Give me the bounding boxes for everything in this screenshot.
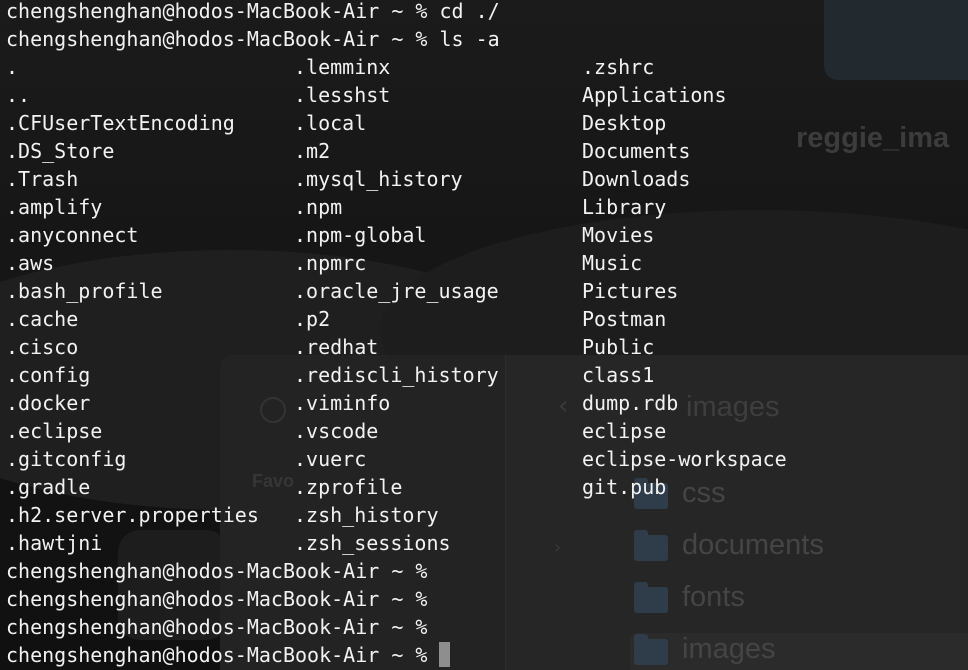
shell-prompt: chengshenghan@hodos-MacBook-Air ~ % [6,587,428,611]
ls-entry: git.pub [582,475,667,499]
ls-entry: Downloads [582,167,691,191]
command-text: ls -a [439,27,500,51]
ls-entry: .vscode [294,419,379,443]
ls-entry: .anyconnect [6,223,139,247]
ls-entry: .lemminx [294,55,391,79]
command-line: chengshenghan@hodos-MacBook-Air ~ % cd .… [6,0,500,25]
ls-entry: . [6,55,19,79]
ls-entry: .npmrc [294,251,367,275]
shell-prompt: chengshenghan@hodos-MacBook-Air ~ % [6,559,428,583]
ls-entry: eclipse [582,419,667,443]
ls-entry: Documents [582,139,691,163]
command-line: chengshenghan@hodos-MacBook-Air ~ % [6,585,427,613]
ls-entry: .gradle [6,475,91,499]
terminal-output[interactable]: chengshenghan@hodos-MacBook-Air ~ % cd .… [0,0,968,670]
ls-entry: class1 [582,363,655,387]
ls-entry: .cache [6,307,79,331]
ls-entry: dump.rdb [582,391,679,415]
ls-entry: eclipse-workspace [582,447,787,471]
shell-prompt: chengshenghan@hodos-MacBook-Air ~ % [6,27,428,51]
command-line-active[interactable]: chengshenghan@hodos-MacBook-Air ~ % [6,641,451,669]
shell-prompt: chengshenghan@hodos-MacBook-Air ~ % [6,615,428,639]
ls-entry: .mysql_history [294,167,463,191]
ls-entry: .DS_Store [6,139,115,163]
ls-entry: .bash_profile [6,279,163,303]
ls-entry: Postman [582,307,667,331]
ls-entry: Music [582,251,643,275]
ls-entry: Pictures [582,279,679,303]
ls-entry: .cisco [6,335,79,359]
ls-entry: Library [582,195,667,219]
ls-entry: Desktop [582,111,667,135]
command-line: chengshenghan@hodos-MacBook-Air ~ % [6,613,427,641]
ls-entry: .amplify [6,195,103,219]
ls-entry: .npm-global [294,223,427,247]
command-text: cd ./ [439,0,500,23]
ls-entry: Applications [582,83,727,107]
ls-entry: .redhat [294,335,379,359]
ls-entry: Public [582,335,655,359]
ls-entry: .config [6,363,91,387]
command-line: chengshenghan@hodos-MacBook-Air ~ % [6,557,427,585]
ls-entry: .gitconfig [6,447,127,471]
ls-entry: .zsh_sessions [294,531,451,555]
ls-entry: .local [294,111,367,135]
terminal-window: reggie_ima Favo ‹ images css › documents… [0,0,968,670]
ls-entry: .aws [6,251,55,275]
ls-entry: .Trash [6,167,79,191]
ls-entry: .vuerc [294,447,367,471]
ls-entry: Movies [582,223,655,247]
ls-entry: .h2.server.properties [6,503,259,527]
shell-prompt: chengshenghan@hodos-MacBook-Air ~ % [6,643,428,667]
ls-entry: .npm [294,195,343,219]
ls-entry: .zsh_history [294,503,439,527]
ls-entry: .oracle_jre_usage [294,279,499,303]
ls-entry: .viminfo [294,391,391,415]
ls-entry: .CFUserTextEncoding [6,111,235,135]
ls-entry: .. [6,83,31,107]
shell-prompt: chengshenghan@hodos-MacBook-Air ~ % [6,0,428,23]
ls-entry: .p2 [294,307,331,331]
ls-entry: .m2 [294,139,331,163]
ls-entry: .hawtjni [6,531,103,555]
ls-entry: .lesshst [294,83,391,107]
ls-entry: .zshrc [582,55,655,79]
command-line: chengshenghan@hodos-MacBook-Air ~ % ls -… [6,25,500,53]
ls-entry: .eclipse [6,419,103,443]
text-cursor [439,642,451,667]
ls-entry: .rediscli_history [294,363,499,387]
ls-entry: .zprofile [294,475,403,499]
ls-entry: .docker [6,391,91,415]
